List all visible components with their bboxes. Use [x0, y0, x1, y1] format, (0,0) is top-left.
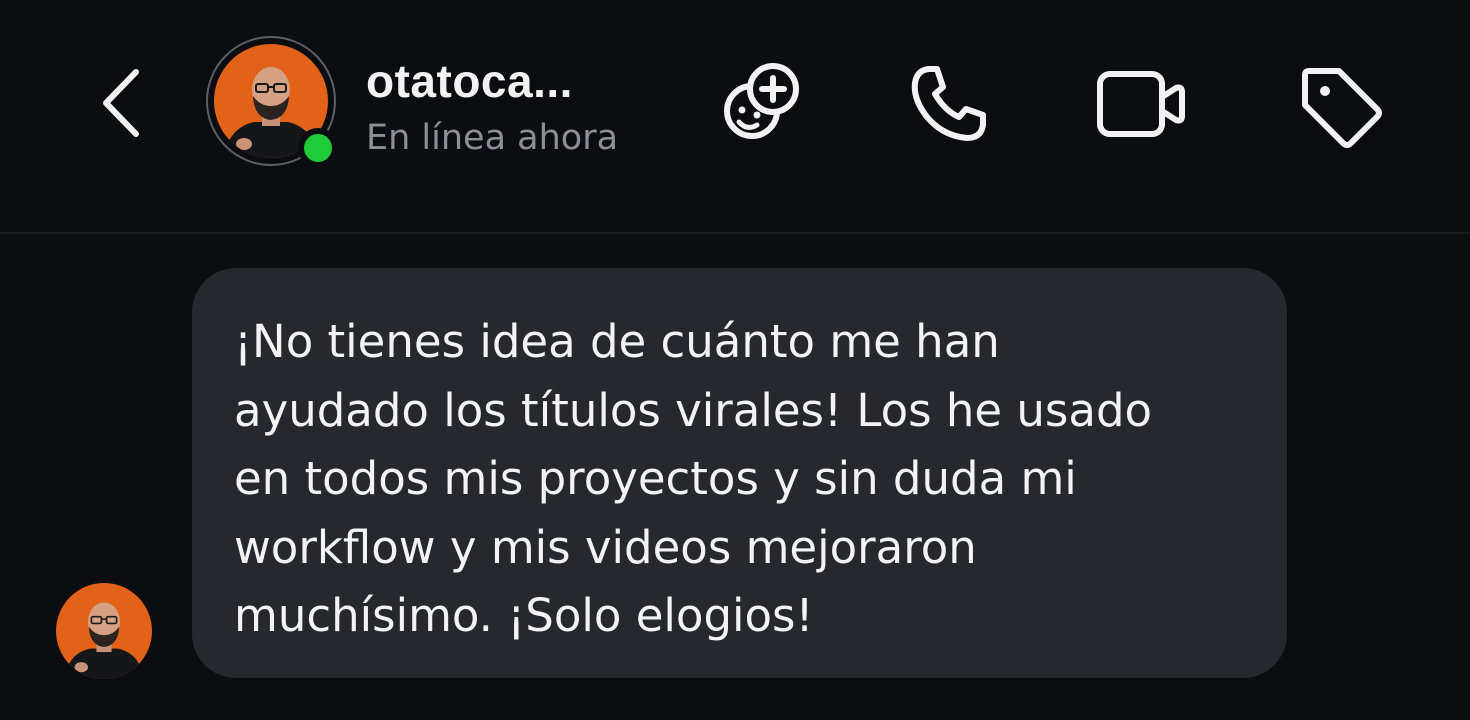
sticker-add-icon [717, 59, 807, 154]
message-line: muchísimo. ¡Solo elogios! [234, 589, 814, 642]
online-indicator [298, 128, 338, 168]
message-bubble[interactable]: ¡No tienes idea de cuánto me han ayudado… [192, 268, 1287, 678]
message-line: en todos mis proyectos y sin duda mi [234, 452, 1077, 505]
phone-icon [903, 59, 993, 154]
contact-name[interactable]: otatoca... [366, 54, 573, 108]
message-line: ¡No tienes idea de cuánto me han [234, 315, 1000, 368]
tag-button[interactable] [1292, 58, 1388, 154]
message-line: workflow y mis videos mejoraron [234, 520, 977, 574]
voice-call-button[interactable] [900, 58, 996, 154]
message-line: ayudado los títulos virales! Los he usad… [234, 383, 1153, 437]
avatar-image [56, 583, 152, 679]
chat-header: otatoca... En línea ahora [0, 0, 1470, 232]
back-button[interactable] [92, 60, 152, 150]
tag-icon [1295, 59, 1385, 154]
video-camera-icon [1092, 59, 1188, 154]
contact-avatar[interactable] [206, 36, 340, 170]
chevron-left-icon [100, 68, 144, 143]
chat-screen: otatoca... En línea ahora ¡No tienes ide… [0, 0, 1470, 720]
video-call-button[interactable] [1092, 58, 1188, 154]
header-divider [0, 232, 1470, 234]
add-effect-button[interactable] [714, 58, 810, 154]
sender-avatar[interactable] [56, 583, 152, 679]
online-status: En línea ahora [366, 118, 619, 158]
